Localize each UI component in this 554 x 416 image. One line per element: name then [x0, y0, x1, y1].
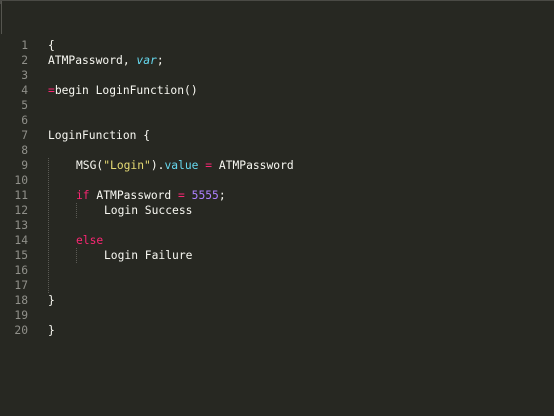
- code-text: MSG("Login").value = ATMPassword: [76, 158, 294, 173]
- line-number: 15: [14, 249, 28, 262]
- code-token-plain: LoginFunction {: [48, 129, 151, 142]
- line-number: 14: [14, 234, 28, 247]
- line-number: 1: [21, 39, 28, 52]
- code-text: if ATMPassword = 5555;: [76, 188, 226, 203]
- code-line[interactable]: 8: [0, 143, 554, 158]
- code-line[interactable]: 20}: [0, 323, 554, 338]
- code-text: ATMPassword, var;: [48, 53, 164, 68]
- line-number: 13: [14, 219, 28, 232]
- code-text: else: [76, 233, 103, 248]
- code-token-prop: value: [164, 159, 199, 172]
- code-line[interactable]: 12 Login Success: [0, 203, 554, 218]
- code-token-plain: ATMPassword: [212, 159, 294, 172]
- code-line[interactable]: 5: [0, 98, 554, 113]
- line-number: 11: [14, 189, 28, 202]
- code-token-op: =: [178, 189, 185, 202]
- code-token-kw: else: [76, 234, 104, 247]
- code-token-plain: Login Failure: [104, 249, 193, 262]
- code-line[interactable]: 7 LoginFunction {: [0, 128, 554, 143]
- code-line[interactable]: 1{: [0, 38, 554, 53]
- line-number: 12: [14, 204, 28, 217]
- line-number: 2: [21, 54, 28, 67]
- code-token-plain: ).: [150, 159, 165, 172]
- code-token-plain: }: [48, 324, 55, 337]
- code-line[interactable]: 9 MSG("Login").value = ATMPassword: [0, 158, 554, 173]
- code-line[interactable]: 2 ATMPassword, var;: [0, 53, 554, 68]
- line-number: 10: [14, 174, 28, 187]
- code-line[interactable]: 11 if ATMPassword = 5555;: [0, 188, 554, 203]
- line-number: 17: [14, 279, 28, 292]
- code-token-str: "Login": [103, 159, 151, 172]
- code-token-plain: MSG(: [76, 159, 104, 172]
- line-number: 16: [14, 264, 28, 277]
- code-line[interactable]: 19: [0, 308, 554, 323]
- code-text: {: [48, 38, 55, 53]
- tab-divider: [1, 1, 2, 34]
- line-number: 4: [21, 84, 28, 97]
- code-token-var: var: [136, 54, 157, 67]
- tab-bar-edge: [0, 0, 554, 34]
- code-line[interactable]: 10: [0, 173, 554, 188]
- code-editor[interactable]: 1{2 ATMPassword, var; 3 4 =begin LoginFuncti…: [0, 38, 554, 338]
- code-text: Login Failure: [104, 248, 192, 263]
- code-line[interactable]: 3: [0, 68, 554, 83]
- line-number: 6: [21, 114, 28, 127]
- code-text: LoginFunction {: [48, 128, 150, 143]
- code-text: }: [48, 293, 55, 308]
- code-token-plain: ;: [156, 54, 164, 67]
- code-line[interactable]: 13: [0, 218, 554, 233]
- code-token-num: 5555: [191, 189, 219, 202]
- code-token-op: =: [48, 84, 55, 97]
- line-number: 20: [14, 324, 28, 337]
- code-line[interactable]: 14 else: [0, 233, 554, 248]
- code-token-plain: Login Success: [104, 204, 193, 217]
- code-text: =begin LoginFunction(): [48, 83, 198, 98]
- line-number: 8: [21, 144, 28, 157]
- line-number: 5: [21, 99, 28, 112]
- code-token-plain: ;: [218, 189, 226, 202]
- code-token-kw: if: [76, 189, 90, 202]
- line-number: 9: [21, 159, 28, 172]
- code-text: Login Success: [104, 203, 192, 218]
- code-line[interactable]: 6: [0, 113, 554, 128]
- code-token-plain: ATMPassword,: [48, 54, 137, 67]
- code-line[interactable]: 17: [0, 278, 554, 293]
- code-line[interactable]: 4 =begin LoginFunction(): [0, 83, 554, 98]
- line-number: 3: [21, 69, 28, 82]
- line-number: 19: [14, 309, 28, 322]
- code-line[interactable]: 18}: [0, 293, 554, 308]
- code-text: }: [48, 323, 55, 338]
- indent-guide: [48, 158, 49, 293]
- code-token-plain: begin LoginFunction(): [54, 84, 198, 97]
- code-line[interactable]: 15 Login Failure: [0, 248, 554, 263]
- indent-guide: [76, 248, 77, 263]
- code-token-plain: }: [48, 294, 55, 307]
- code-line[interactable]: 16: [0, 263, 554, 278]
- code-token-plain: {: [48, 39, 55, 52]
- line-number: 18: [14, 294, 28, 307]
- code-token-plain: ATMPassword: [89, 189, 179, 202]
- line-number: 7: [21, 129, 28, 142]
- indent-guide: [76, 203, 77, 218]
